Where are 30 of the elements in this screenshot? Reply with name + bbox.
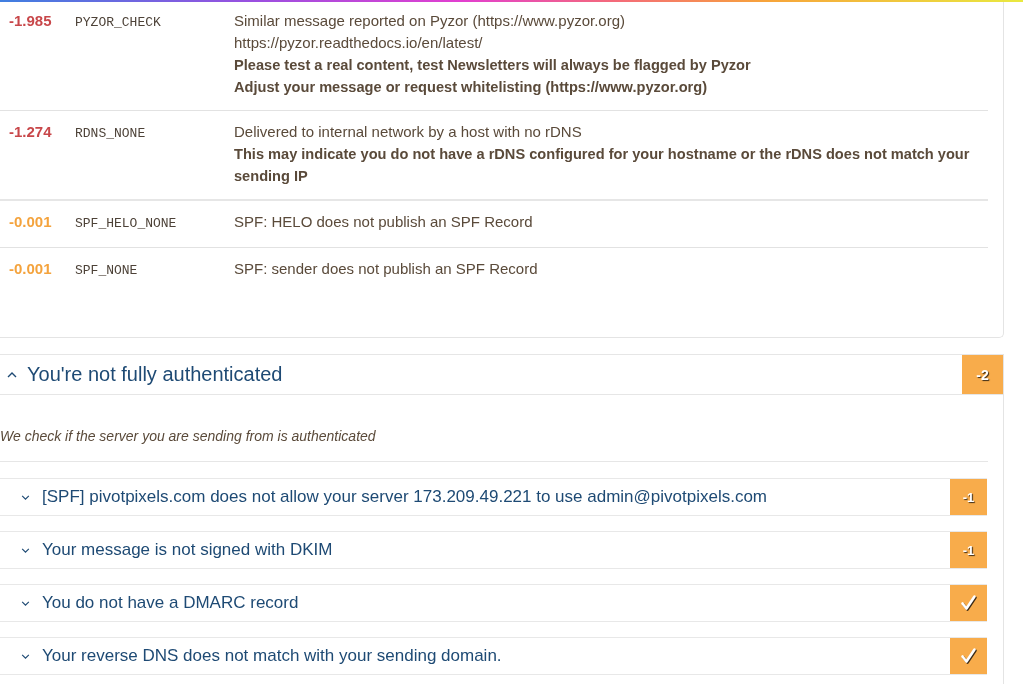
section-title[interactable]: You're not fully authenticated	[27, 363, 283, 386]
check-title[interactable]: Your message is not signed with DKIM	[42, 540, 333, 560]
rule-description: https://pyzor.readthedocs.io/en/latest/	[234, 33, 484, 53]
rule-name: SPF_HELO_NONE	[75, 216, 177, 231]
rule-score: -0.001	[9, 260, 52, 277]
rule-description: Adjust your message or request whitelisting (https://www.pyzor.org)	[234, 78, 708, 97]
caret-icon[interactable]	[21, 494, 30, 500]
rule-name: PYZOR_CHECK	[75, 15, 161, 30]
score-badge: -2	[962, 355, 1003, 394]
rule-description: SPF: sender does not publish an SPF Record	[234, 259, 539, 279]
rule-description: Please test a real content, test Newsletters will always be flagged by Pyzor	[234, 56, 752, 75]
rule-description: SPF: HELO does not publish an SPF Record	[234, 212, 534, 232]
caret-icon[interactable]	[7, 371, 17, 378]
score-badge: -1	[950, 479, 987, 515]
rule-name: RDNS_NONE	[75, 126, 146, 141]
rule-description: Similar message reported on Pyzor (https://www.pyzor.org)	[234, 11, 626, 31]
rule-name: SPF_NONE	[75, 263, 138, 278]
score-badge: -1	[950, 532, 987, 568]
caret-icon[interactable]	[21, 547, 30, 553]
section-description: We check if the server you are sending from is authenticated	[0, 395, 988, 462]
caret-icon[interactable]	[21, 653, 30, 659]
check-title[interactable]: Your reverse DNS does not match with your sending domain.	[42, 646, 502, 666]
caret-icon[interactable]	[21, 600, 30, 606]
rule-description: Delivered to internal network by a host with no rDNS	[234, 122, 583, 142]
rule-score: -1.274	[9, 123, 52, 140]
check-title[interactable]: [SPF] pivotpixels.com does not allow your server 173.209.49.221 to use admin@pivotpixels.com	[42, 487, 767, 507]
rule-score: -1.985	[9, 12, 52, 29]
rule-description: This may indicate you do not have a rDNS configured for your hostname or the rDNS does not match your sending IP	[234, 145, 971, 186]
rule-score: -0.001	[9, 213, 52, 230]
check-title[interactable]: You do not have a DMARC record	[42, 593, 299, 613]
